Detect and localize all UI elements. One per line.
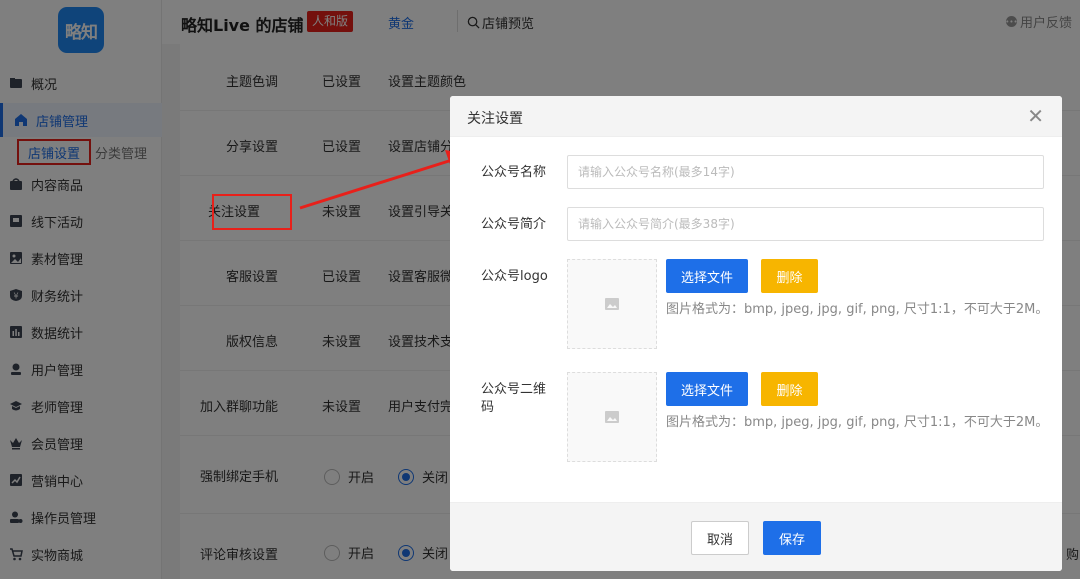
account-logo-label: 公众号logo — [481, 269, 548, 284]
logo-delete-button[interactable]: 删除 — [761, 259, 818, 293]
account-qr-label: 公众号二维码 — [481, 382, 547, 415]
account-intro-input[interactable] — [567, 207, 1044, 241]
image-placeholder-icon — [605, 411, 619, 423]
save-button[interactable]: 保存 — [763, 521, 821, 555]
dialog-title: 关注设置 — [467, 111, 523, 127]
logo-format-hint: 图片格式为：bmp, jpeg, jpg, gif, png, 尺寸1:1，不可… — [666, 302, 1049, 317]
highlight-box — [212, 194, 292, 230]
cancel-button[interactable]: 取消 — [691, 521, 749, 555]
dialog-header: 关注设置 ✕ — [450, 96, 1062, 137]
qr-choose-file-button[interactable]: 选择文件 — [666, 372, 748, 406]
image-placeholder-icon — [605, 298, 619, 310]
account-name-input[interactable] — [567, 155, 1044, 189]
qr-upload-preview[interactable] — [567, 372, 657, 462]
account-intro-label: 公众号简介 — [481, 217, 547, 232]
qr-format-hint: 图片格式为：bmp, jpeg, jpg, gif, png, 尺寸1:1，不可… — [666, 415, 1049, 430]
follow-settings-dialog: 关注设置 ✕ 公众号名称 公众号简介 公众号logo 选择文件 删除 图片格式为… — [450, 96, 1062, 571]
account-name-label: 公众号名称 — [481, 165, 547, 180]
close-icon[interactable]: ✕ — [1027, 106, 1044, 126]
dialog-footer: 取消 保存 — [450, 502, 1062, 571]
logo-choose-file-button[interactable]: 选择文件 — [666, 259, 748, 293]
logo-upload-preview[interactable] — [567, 259, 657, 349]
qr-delete-button[interactable]: 删除 — [761, 372, 818, 406]
